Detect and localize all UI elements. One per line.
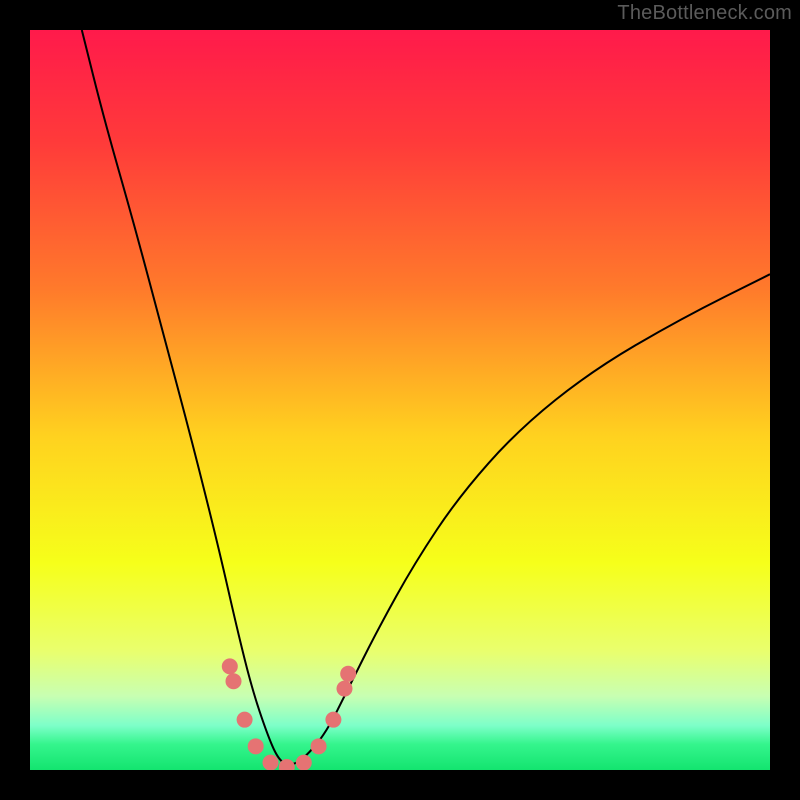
curve-marker [248, 738, 264, 754]
curve-marker [325, 712, 341, 728]
curve-marker [263, 755, 279, 770]
curve-marker [296, 755, 312, 770]
curve-marker [226, 673, 242, 689]
curve-layer [30, 30, 770, 770]
plot-area [30, 30, 770, 770]
curve-marker [237, 712, 253, 728]
curve-marker [222, 658, 238, 674]
curve-marker [337, 681, 353, 697]
curve-marker [340, 666, 356, 682]
curve-markers [222, 658, 356, 770]
curve-marker [311, 738, 327, 754]
chart-container: TheBottleneck.com [0, 0, 800, 800]
bottleneck-curve [82, 30, 770, 764]
attribution-label: TheBottleneck.com [617, 2, 792, 25]
